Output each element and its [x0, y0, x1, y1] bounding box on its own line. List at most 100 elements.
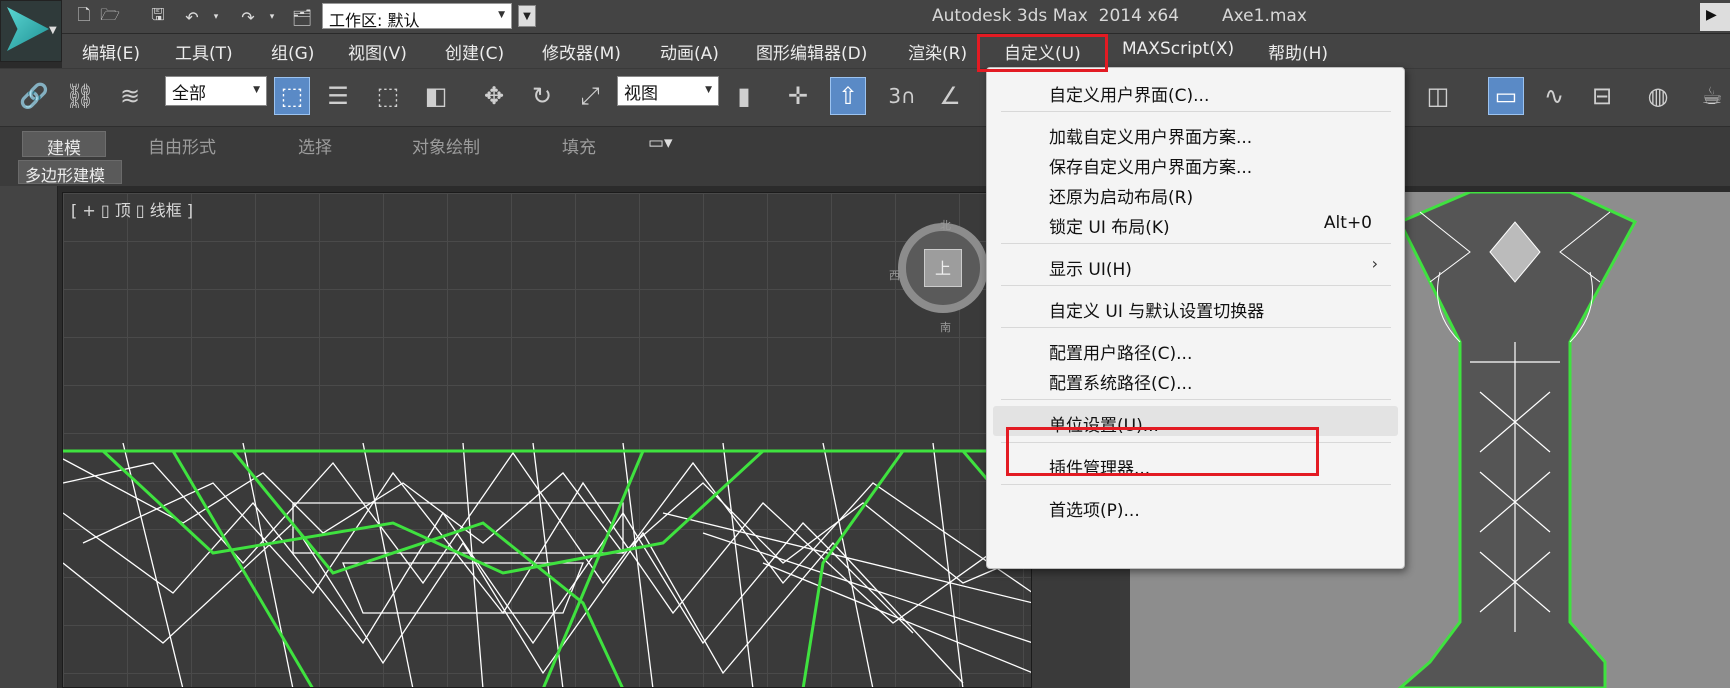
open-file-icon[interactable]: 🗁	[98, 5, 122, 29]
menu-item-revert-startup-layout[interactable]: 还原为启动布局(R)	[993, 178, 1398, 208]
viewcube-west-label: 西	[889, 269, 900, 282]
menu-item-customize-ui[interactable]: 自定义用户界面(C)...	[993, 76, 1398, 106]
panel-polygon-modeling[interactable]: 多边形建模	[18, 160, 122, 185]
undo-dropdown-icon[interactable]: ▾	[204, 5, 228, 29]
infocenter-expand-button[interactable]: ▶	[1700, 3, 1730, 31]
viewcube-top-face[interactable]: 上	[924, 249, 962, 287]
menu-item-label: 显示 UI(H)	[1049, 260, 1132, 280]
select-and-scale-icon[interactable]: ⤢	[572, 77, 608, 115]
layer-manager-icon[interactable]: ◫	[1420, 77, 1456, 115]
select-and-move-icon[interactable]: ✥	[476, 77, 512, 115]
menu-rendering[interactable]: 渲染(R)	[908, 39, 967, 64]
menu-item-label: 还原为启动布局(R)	[1049, 188, 1194, 208]
customize-menu-dropdown: 自定义用户界面(C)... 加载自定义用户界面方案... 保存自定义用户界面方案…	[986, 67, 1405, 569]
reference-coordinate-select[interactable]: 视图 ▼	[617, 76, 719, 106]
workspace-value: 工作区: 默认	[329, 11, 420, 30]
schematic-view-icon[interactable]: ⊟	[1584, 77, 1620, 115]
menu-item-label: 加载自定义用户界面方案...	[1049, 128, 1253, 148]
menu-separator	[1001, 111, 1391, 112]
app-title: Autodesk 3ds Max 2014 x64	[932, 6, 1180, 26]
menu-item-lock-ui-layout[interactable]: 锁定 UI 布局(K) Alt+0	[993, 208, 1398, 238]
ribbon-options-icon[interactable]: ▭▾	[640, 131, 681, 157]
tab-populate[interactable]: 填充	[554, 131, 604, 158]
title-bar: 🗋 🗁 🖫 ↶ ▾ ↷ ▾ 🗂 工作区: 默认 ▼ ▼ Autodesk 3ds…	[0, 0, 1730, 34]
tab-object-paint[interactable]: 对象绘制	[404, 131, 488, 158]
menu-animation[interactable]: 动画(A)	[660, 39, 719, 64]
window-crossing-icon[interactable]: ◧	[418, 77, 454, 115]
curve-editor-icon[interactable]: ∿	[1536, 77, 1572, 115]
menu-item-shortcut: Alt+0	[1323, 213, 1372, 233]
highlight-units-setup	[1006, 427, 1319, 476]
new-file-icon[interactable]: 🗋	[72, 5, 96, 29]
link-icon[interactable]: 🔗	[16, 77, 52, 115]
menu-tools[interactable]: 工具(T)	[175, 39, 233, 64]
top-viewport[interactable]: [ + ▯ 顶 ▯ 线框 ] 上 北 南 西	[62, 192, 1032, 688]
menu-maxscript[interactable]: MAXScript(X)	[1122, 39, 1234, 59]
select-and-rotate-icon[interactable]: ↻	[524, 77, 560, 115]
menu-graph-editors[interactable]: 图形编辑器(D)	[756, 39, 867, 64]
workspace-menu-icon[interactable]: ▼	[518, 5, 536, 27]
app-window: 🗋 🗁 🖫 ↶ ▾ ↷ ▾ 🗂 工作区: 默认 ▼ ▼ Autodesk 3ds…	[0, 0, 1730, 688]
chevron-down-icon: ▼	[253, 85, 260, 95]
select-and-manipulate-icon[interactable]: ✛	[780, 77, 816, 115]
menu-item-show-ui[interactable]: 显示 UI(H) ›	[993, 250, 1398, 280]
menu-help[interactable]: 帮助(H)	[1268, 39, 1328, 64]
play-arrow-icon: ▶	[1706, 7, 1717, 23]
menu-views[interactable]: 视图(V)	[348, 39, 407, 64]
tab-freeform[interactable]: 自由形式	[140, 131, 224, 158]
select-by-name-icon[interactable]: ☰	[320, 77, 356, 115]
select-object-icon[interactable]: ⬚	[274, 77, 310, 115]
viewport-label[interactable]: [ + ▯ 顶 ▯ 线框 ]	[71, 197, 193, 221]
menu-separator	[1001, 484, 1391, 485]
left-strip	[0, 186, 58, 688]
render-setup-icon[interactable]: ☕	[1694, 77, 1730, 115]
redo-icon[interactable]: ↷	[236, 5, 260, 29]
chevron-down-icon: ▼	[705, 85, 712, 95]
viewcube-south-label: 南	[940, 321, 951, 334]
menu-create[interactable]: 创建(C)	[445, 39, 504, 64]
main-toolbar: 🔗 ⛓ ≋ 全部 ▼ ⬚ ☰ ⬚ ◧ ✥ ↻ ⤢ 视图 ▼ ▮ ✛ ⇧ 3 ∩ ∠…	[0, 68, 1730, 126]
menu-item-label: 配置系统路径(C)...	[1049, 374, 1193, 394]
redo-dropdown-icon[interactable]: ▾	[260, 5, 284, 29]
unlink-icon[interactable]: ⛓	[62, 77, 98, 115]
menu-item-configure-system-paths[interactable]: 配置系统路径(C)...	[993, 364, 1398, 394]
toggle-scene-explorer-icon[interactable]: ▭	[1488, 77, 1524, 115]
viewcube-north-label: 北	[940, 219, 951, 232]
menu-item-label: 自定义 UI 与默认设置切换器	[1049, 302, 1265, 322]
menu-item-ui-defaults-switcher[interactable]: 自定义 UI 与默认设置切换器	[993, 292, 1398, 322]
menu-edit[interactable]: 编辑(E)	[82, 39, 140, 64]
bind-space-warp-icon[interactable]: ≋	[112, 77, 148, 115]
ribbon: 建模 自由形式 选择 对象绘制 填充 ▭▾ 多边形建模	[0, 126, 1730, 186]
workspace-select[interactable]: 工作区: 默认 ▼	[322, 3, 512, 30]
menu-item-label: 首选项(P)...	[1049, 501, 1140, 521]
menu-modifiers[interactable]: 修改器(M)	[542, 39, 621, 64]
tab-selection[interactable]: 选择	[290, 131, 340, 158]
menu-item-load-ui-scheme[interactable]: 加载自定义用户界面方案...	[993, 118, 1398, 148]
menu-item-configure-user-paths[interactable]: 配置用户路径(C)...	[993, 334, 1398, 364]
tab-modeling[interactable]: 建模	[22, 131, 106, 159]
menu-separator	[1001, 327, 1391, 328]
menu-item-preferences[interactable]: 首选项(P)...	[993, 491, 1398, 521]
save-icon[interactable]: 🖫	[146, 5, 170, 29]
application-menu-button[interactable]: ▼	[0, 0, 62, 62]
3dsmax-logo-icon	[7, 7, 49, 51]
angle-snap-icon[interactable]: ∠	[932, 77, 968, 115]
axe-wireframe	[63, 443, 1031, 687]
snaps-toggle-icon[interactable]: 3 ∩	[884, 77, 920, 115]
menu-item-save-ui-scheme[interactable]: 保存自定义用户界面方案...	[993, 148, 1398, 178]
undo-icon[interactable]: ↶	[180, 5, 204, 29]
reference-coordinate-value: 视图	[624, 84, 658, 104]
keyboard-shortcut-override-icon[interactable]: ⇧	[830, 77, 866, 115]
menu-group[interactable]: 组(G)	[271, 39, 314, 64]
menu-item-label: 自定义用户界面(C)...	[1049, 86, 1210, 106]
menu-separator	[1001, 243, 1391, 244]
viewcube[interactable]: 上	[898, 223, 988, 313]
material-editor-icon[interactable]: ◍	[1640, 77, 1676, 115]
project-folder-icon[interactable]: 🗂	[290, 5, 314, 29]
selection-filter-select[interactable]: 全部 ▼	[165, 76, 267, 106]
menu-separator	[1001, 399, 1391, 400]
rectangular-selection-icon[interactable]: ⬚	[370, 77, 406, 115]
menu-item-label: 配置用户路径(C)...	[1049, 344, 1193, 364]
chevron-down-icon: ▼	[498, 10, 505, 20]
pivot-center-icon[interactable]: ▮	[726, 77, 762, 115]
